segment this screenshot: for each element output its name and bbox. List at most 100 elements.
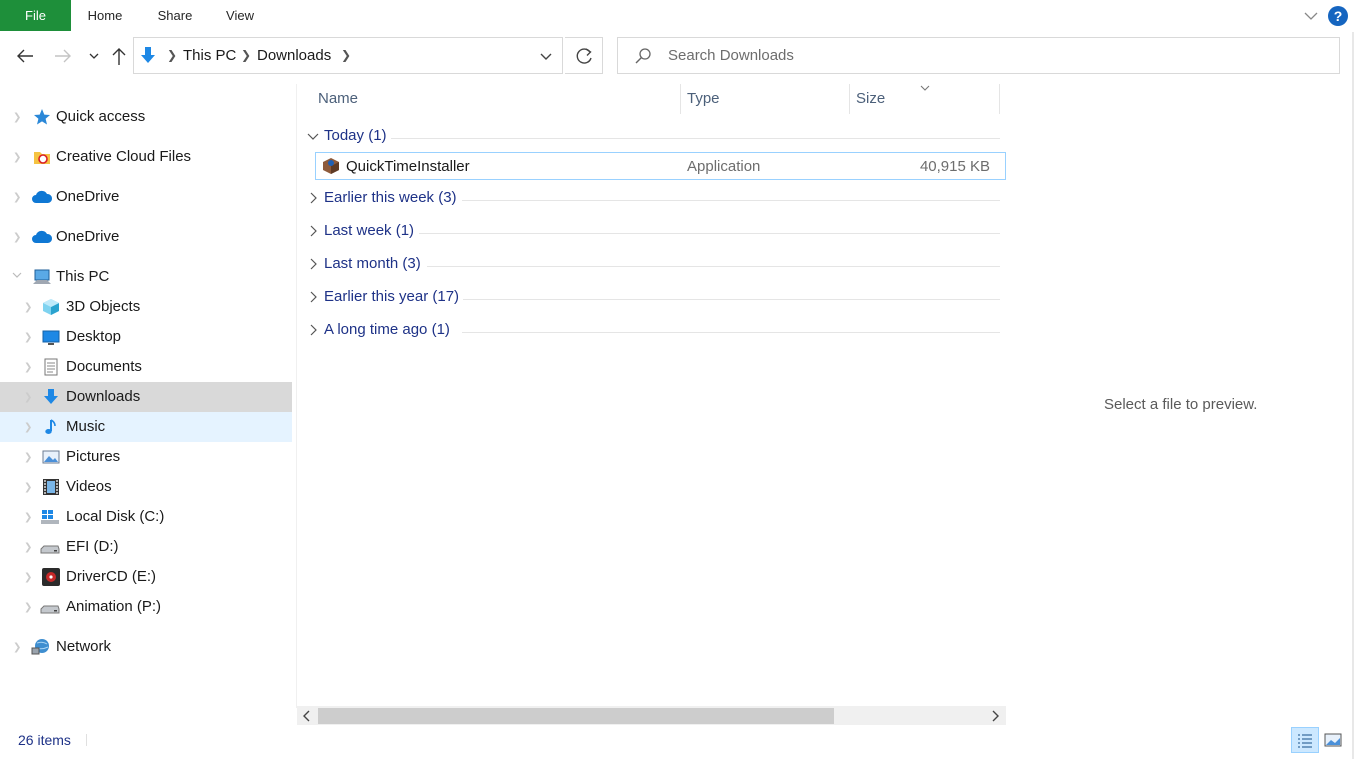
- expand-chevron-icon[interactable]: ❯: [24, 452, 32, 463]
- group-divider: [391, 138, 1000, 139]
- breadcrumb-chevron-icon[interactable]: ❯: [167, 48, 177, 62]
- forward-button[interactable]: [51, 44, 75, 68]
- group-divider: [463, 299, 1000, 300]
- address-dropdown-icon[interactable]: [538, 49, 554, 65]
- expand-chevron-icon[interactable]: ❯: [24, 572, 32, 583]
- group-header-last-month[interactable]: Last month (3): [297, 255, 1008, 277]
- back-button[interactable]: [13, 44, 37, 68]
- tab-share[interactable]: Share: [148, 0, 202, 30]
- breadcrumb-downloads[interactable]: Downloads: [257, 47, 331, 64]
- sidebar-item-label: Animation (P:): [66, 598, 162, 615]
- expand-chevron-icon[interactable]: ❯: [13, 232, 21, 243]
- expand-chevron-icon[interactable]: ❯: [13, 192, 21, 203]
- search-input[interactable]: Search Downloads: [617, 37, 1340, 74]
- sidebar-item-this-pc[interactable]: This PC: [0, 262, 292, 292]
- sidebar-item-videos[interactable]: ❯ Videos: [0, 472, 292, 502]
- expand-chevron-icon[interactable]: ❯: [24, 542, 32, 553]
- expand-chevron-icon[interactable]: ❯: [24, 362, 32, 373]
- status-divider: [86, 734, 87, 746]
- drive-icon: [40, 538, 60, 556]
- search-icon: [634, 47, 652, 65]
- group-collapse-icon[interactable]: [307, 129, 319, 143]
- group-header-earlier-this-week[interactable]: Earlier this week (3): [297, 189, 1008, 211]
- sidebar-item-documents[interactable]: ❯ Documents: [0, 352, 292, 382]
- sidebar-item-drivercd-e[interactable]: ❯ DriverCD (E:): [0, 562, 292, 592]
- group-divider: [427, 266, 1000, 267]
- ribbon: File Home Share View ?: [0, 0, 1355, 32]
- column-divider[interactable]: [849, 84, 850, 114]
- group-header-a-long-time-ago[interactable]: A long time ago (1): [297, 321, 1008, 343]
- column-header-name[interactable]: Name: [318, 90, 358, 107]
- group-expand-icon[interactable]: [307, 290, 319, 304]
- group-expand-icon[interactable]: [307, 257, 319, 271]
- sidebar-item-creative-cloud[interactable]: ❯ Creative Cloud Files: [0, 142, 292, 172]
- sidebar-item-label: EFI (D:): [66, 538, 119, 555]
- sidebar-item-desktop[interactable]: ❯ Desktop: [0, 322, 292, 352]
- file-type: Application: [687, 158, 761, 175]
- recent-locations-button[interactable]: [84, 44, 108, 68]
- tab-view[interactable]: View: [216, 0, 264, 30]
- up-button[interactable]: [107, 44, 131, 68]
- sidebar-item-onedrive-2[interactable]: ❯ OneDrive: [0, 222, 292, 252]
- collapse-chevron-icon[interactable]: [12, 270, 22, 280]
- group-title: Earlier this year (17): [324, 288, 460, 305]
- scroll-right-icon[interactable]: [990, 709, 1000, 722]
- expand-chevron-icon[interactable]: ❯: [24, 332, 32, 343]
- group-title: A long time ago (1): [324, 321, 450, 338]
- address-bar[interactable]: ❯ This PC ❯ Downloads ❯: [133, 37, 563, 74]
- expand-chevron-icon[interactable]: ❯: [13, 152, 21, 163]
- expand-ribbon-icon[interactable]: [1304, 9, 1318, 23]
- tab-home[interactable]: Home: [76, 0, 134, 30]
- column-divider[interactable]: [999, 84, 1000, 114]
- sidebar-item-pictures[interactable]: ❯ Pictures: [0, 442, 292, 472]
- sidebar-item-efi-d[interactable]: ❯ EFI (D:): [0, 532, 292, 562]
- expand-chevron-icon[interactable]: ❯: [13, 642, 21, 653]
- sidebar-item-onedrive[interactable]: ❯ OneDrive: [0, 182, 292, 212]
- expand-chevron-icon[interactable]: ❯: [24, 512, 32, 523]
- large-icons-view-button[interactable]: [1323, 730, 1343, 750]
- cloud-icon: [31, 188, 53, 206]
- group-expand-icon[interactable]: [307, 224, 319, 238]
- group-header-last-week[interactable]: Last week (1): [297, 222, 1008, 244]
- group-expand-icon[interactable]: [307, 323, 319, 337]
- group-header-today[interactable]: Today (1): [297, 127, 1008, 149]
- sidebar-item-label: Videos: [66, 478, 112, 495]
- details-view-button[interactable]: [1291, 727, 1319, 753]
- tab-file[interactable]: File: [0, 0, 71, 31]
- sidebar-item-label: OneDrive: [56, 228, 120, 245]
- sidebar-item-local-disk-c[interactable]: ❯ Local Disk (C:): [0, 502, 292, 532]
- breadcrumb-chevron-icon[interactable]: ❯: [241, 48, 251, 62]
- column-divider[interactable]: [680, 84, 681, 114]
- file-row-quicktimeinstaller[interactable]: QuickTimeInstaller Application 40,915 KB: [315, 152, 1006, 180]
- group-header-earlier-this-year[interactable]: Earlier this year (17): [297, 288, 1008, 310]
- expand-chevron-icon[interactable]: ❯: [13, 112, 21, 123]
- column-header-type[interactable]: Type: [687, 90, 720, 107]
- expand-chevron-icon[interactable]: ❯: [24, 602, 32, 613]
- breadcrumb-this-pc[interactable]: This PC: [183, 47, 236, 64]
- expand-chevron-icon[interactable]: ❯: [24, 392, 32, 403]
- help-icon[interactable]: ?: [1328, 6, 1348, 26]
- preview-placeholder: Select a file to preview.: [1104, 396, 1258, 413]
- expand-chevron-icon[interactable]: ❯: [24, 302, 32, 313]
- group-expand-icon[interactable]: [307, 191, 319, 205]
- sidebar-item-label: DriverCD (E:): [66, 568, 156, 585]
- sidebar-item-3d-objects[interactable]: ❯ 3D Objects: [0, 292, 292, 322]
- group-divider: [419, 233, 1000, 234]
- refresh-button[interactable]: [565, 37, 603, 74]
- horizontal-scrollbar[interactable]: [297, 706, 1006, 725]
- group-title: Earlier this week (3): [324, 189, 457, 206]
- column-header-size[interactable]: Size: [856, 90, 885, 107]
- breadcrumb-chevron-icon[interactable]: ❯: [341, 48, 351, 62]
- scroll-left-icon[interactable]: [302, 709, 312, 722]
- expand-chevron-icon[interactable]: ❯: [24, 482, 32, 493]
- group-title: Last week (1): [324, 222, 415, 239]
- expand-chevron-icon[interactable]: ❯: [24, 422, 32, 433]
- sidebar-item-downloads[interactable]: ❯ Downloads: [0, 382, 292, 412]
- scrollbar-thumb[interactable]: [318, 708, 834, 724]
- sidebar-item-quick-access[interactable]: ❯ Quick access: [0, 102, 292, 132]
- computer-icon: [32, 268, 52, 286]
- sidebar-item-animation-p[interactable]: ❯ Animation (P:): [0, 592, 292, 622]
- sidebar-item-music[interactable]: ❯ Music: [0, 412, 292, 442]
- sidebar-item-network[interactable]: ❯ Network: [0, 632, 292, 662]
- cloud-icon: [31, 228, 53, 246]
